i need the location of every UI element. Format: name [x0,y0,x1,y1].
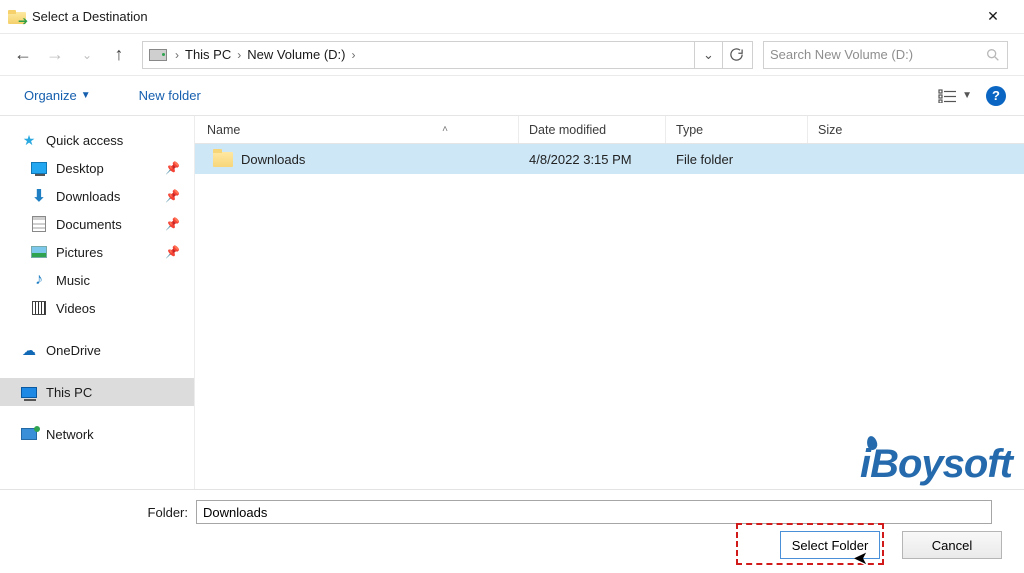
file-list: Name ˄ Date modified Type Size Downloads… [195,116,1024,489]
column-label: Name [207,123,240,137]
folder-name-input[interactable] [196,500,992,524]
nav-back-button[interactable]: ← [10,42,36,68]
new-folder-button[interactable]: New folder [133,84,207,107]
pictures-icon [31,246,47,258]
organize-menu[interactable]: Organize ▼ [18,84,97,107]
chevron-right-icon[interactable]: › [171,48,183,62]
file-type-cell: File folder [666,152,808,167]
folder-icon [213,152,233,167]
chevron-down-icon: ▼ [81,90,91,101]
sidebar-label: OneDrive [46,343,101,358]
sidebar-item-documents[interactable]: Documents 📌 [0,210,194,238]
sidebar-item-desktop[interactable]: Desktop 📌 [0,154,194,182]
address-breadcrumb[interactable]: › This PC › New Volume (D:) › ⌄ [142,41,753,69]
pin-icon: 📌 [165,217,180,231]
view-mode-selector[interactable]: ▼ [934,87,976,105]
nav-forward-button[interactable]: → [42,42,68,68]
sort-ascending-icon: ˄ [442,124,448,135]
music-icon: ♪ [35,271,43,289]
help-button[interactable]: ? [986,86,1006,106]
pin-icon: 📌 [165,189,180,203]
network-icon [21,428,37,440]
file-row[interactable]: Downloads 4/8/2022 3:15 PM File folder [195,144,1024,174]
pc-icon [21,387,37,398]
address-end-controls: ⌄ [694,42,750,68]
window-title: Select a Destination [32,9,148,24]
column-label: Type [676,123,703,137]
breadcrumb-segment[interactable]: New Volume (D:) [245,47,347,62]
download-icon: ⬇ [32,186,45,206]
file-date-cell: 4/8/2022 3:15 PM [519,152,666,167]
select-folder-button[interactable]: Select Folder [780,531,880,559]
desktop-icon [31,162,47,174]
file-name-cell: Downloads [195,152,519,167]
sidebar-network[interactable]: Network [0,420,194,448]
cancel-button[interactable]: Cancel [902,531,1002,559]
cloud-icon: ☁ [22,342,36,359]
sidebar-label: Network [46,427,94,442]
column-header-size[interactable]: Size [808,116,908,143]
toolbar: Organize ▼ New folder ▼ ? [0,76,1024,116]
document-icon [32,216,46,232]
pin-icon: 📌 [165,245,180,259]
search-icon [985,47,1001,63]
sidebar-item-label: Pictures [56,245,103,260]
main-area: ★ Quick access Desktop 📌 ⬇ Downloads 📌 D… [0,116,1024,489]
nav-history-dropdown[interactable]: ⌄ [74,42,100,68]
column-header-type[interactable]: Type [666,116,808,143]
folder-input-row: Folder: [0,496,1008,524]
window-close-button[interactable]: ✕ [970,4,1016,30]
column-label: Size [818,123,842,137]
sidebar-this-pc[interactable]: This PC [0,378,194,406]
sidebar-item-music[interactable]: ♪ Music [0,266,194,294]
folder-field-label: Folder: [0,505,188,520]
videos-icon [32,301,46,315]
refresh-button[interactable] [722,42,750,68]
sidebar-label: Quick access [46,133,123,148]
sidebar-label: This PC [46,385,92,400]
drive-icon [149,49,167,61]
sidebar-quick-access[interactable]: ★ Quick access [0,126,194,154]
breadcrumb-segment[interactable]: This PC [183,47,233,62]
column-header-name[interactable]: Name ˄ [195,116,519,143]
sidebar-item-videos[interactable]: Videos [0,294,194,322]
chevron-right-icon[interactable]: › [347,48,359,62]
sidebar-onedrive[interactable]: ☁ OneDrive [0,336,194,364]
watermark-logo: iBoysoft [860,442,1012,487]
address-dropdown-button[interactable]: ⌄ [694,42,722,68]
sidebar-item-label: Downloads [56,189,120,204]
search-placeholder: Search New Volume (D:) [770,47,985,62]
search-box[interactable]: Search New Volume (D:) [763,41,1008,69]
nav-up-button[interactable]: ↑ [106,42,132,68]
navigation-pane: ★ Quick access Desktop 📌 ⬇ Downloads 📌 D… [0,116,195,489]
file-name: Downloads [241,152,305,167]
nav-bar: ← → ⌄ ↑ › This PC › New Volume (D:) › ⌄ … [0,34,1024,76]
column-label: Date modified [529,123,606,137]
sidebar-item-label: Videos [56,301,96,316]
sidebar-item-downloads[interactable]: ⬇ Downloads 📌 [0,182,194,210]
sidebar-item-label: Desktop [56,161,104,176]
organize-label: Organize [24,88,77,103]
sidebar-item-label: Documents [56,217,122,232]
sidebar-item-pictures[interactable]: Pictures 📌 [0,238,194,266]
view-details-icon [938,89,958,103]
sidebar-item-label: Music [56,273,90,288]
window-folder-icon: ➔ [8,10,26,24]
column-headers: Name ˄ Date modified Type Size [195,116,1024,144]
dialog-bottom: Folder: Select Folder Cancel ➤ [0,489,1024,573]
star-icon: ★ [23,132,36,149]
chevron-down-icon: ▼ [962,90,972,101]
chevron-right-icon[interactable]: › [233,48,245,62]
title-bar: ➔ Select a Destination ✕ [0,0,1024,34]
column-header-date[interactable]: Date modified [519,116,666,143]
pin-icon: 📌 [165,161,180,175]
